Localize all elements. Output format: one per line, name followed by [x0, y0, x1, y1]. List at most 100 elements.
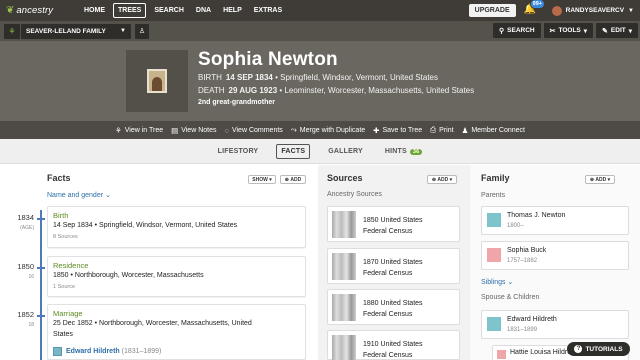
- tab-gallery[interactable]: GALLERY: [324, 145, 367, 158]
- help-icon: ?: [574, 345, 583, 353]
- view-in-tree-button[interactable]: ⚘ View in Tree: [115, 126, 163, 135]
- fact-card-marriage[interactable]: Marriage 25 Dec 1852 • Northborough, Wor…: [47, 304, 306, 360]
- nav-trees[interactable]: TREES: [113, 3, 147, 18]
- print-button[interactable]: ⎙ Print: [430, 125, 453, 135]
- add-label: ADD: [290, 176, 302, 183]
- name-and-gender-link[interactable]: Name and gender ⌄: [47, 191, 111, 199]
- account-area: UPGRADE 🔔 99+ RANDYSEAVERCV ▼: [468, 0, 640, 21]
- tree-search-button[interactable]: ⚲ SEARCH: [493, 23, 541, 38]
- tab-hints[interactable]: HINTS 36: [381, 145, 427, 158]
- nav-home[interactable]: HOME: [80, 4, 109, 17]
- add-source-button[interactable]: ⊕ ADD ▾: [427, 175, 457, 184]
- show-button[interactable]: SHOW ▾: [248, 175, 276, 184]
- leaf-icon: ❦: [6, 5, 15, 16]
- timeline-age: (AGE): [20, 225, 34, 231]
- add-label: ADD: [595, 176, 607, 183]
- spouse-name: Edward Hildreth: [66, 348, 120, 355]
- death-date: 29 AUG 1923: [228, 86, 278, 95]
- ancestry-logo[interactable]: ❦ ancestry: [6, 0, 70, 21]
- fact-sources[interactable]: 8 Sources: [53, 234, 78, 240]
- fact-type[interactable]: Birth: [53, 211, 68, 220]
- birth-date: 14 SEP 1834: [225, 73, 273, 82]
- death-line: DEATH 29 AUG 1923 • Leominster, Worcester…: [198, 86, 474, 95]
- parents-label: Parents: [481, 192, 506, 199]
- siblings-label: Siblings: [481, 279, 506, 286]
- tab-facts[interactable]: FACTS: [276, 143, 311, 159]
- view-notes-button[interactable]: ▤ View Notes: [171, 126, 216, 135]
- tree-selector[interactable]: SEAVER-LELAND FAMILY ▼: [21, 23, 131, 39]
- siblings-toggle[interactable]: Siblings ⌄: [481, 278, 513, 286]
- people-icon[interactable]: ♙: [135, 23, 149, 39]
- tab-lifestory[interactable]: LIFESTORY: [214, 145, 263, 158]
- source-title: 1910 United States Federal Census: [363, 339, 423, 360]
- person-icon: [53, 347, 62, 356]
- source-card[interactable]: 1880 United States Federal Census: [327, 289, 460, 325]
- fact-detail-continued: States: [53, 331, 73, 338]
- chevron-down-icon: ⌄: [105, 192, 111, 199]
- nav-extras[interactable]: EXTRAS: [250, 4, 286, 17]
- chevron-down-icon: ▾: [583, 27, 588, 35]
- avatar[interactable]: [551, 5, 562, 16]
- nav-search[interactable]: SEARCH: [150, 4, 188, 17]
- username-menu[interactable]: RANDYSEAVERCV: [566, 7, 624, 14]
- female-avatar-icon: [487, 248, 501, 262]
- view-in-tree-label: View in Tree: [124, 126, 164, 134]
- view-notes-label: View Notes: [181, 126, 217, 134]
- tree-name: SEAVER-LELAND FAMILY: [26, 27, 106, 35]
- census-image-thumbnail: [332, 294, 356, 321]
- source-line2: Federal Census: [363, 311, 413, 318]
- tree-search-label: SEARCH: [507, 27, 535, 34]
- source-title: 1850 United States Federal Census: [363, 215, 423, 237]
- source-card[interactable]: 1870 United States Federal Census: [327, 248, 460, 284]
- family-member-name: Thomas J. Newton: [507, 212, 566, 219]
- person-header: Sophia Newton BIRTH 14 SEP 1834 • Springf…: [0, 41, 640, 121]
- timeline-marker: [37, 267, 45, 269]
- view-comments-button[interactable]: ◌ View Comments: [224, 126, 282, 135]
- plus-icon: ⊕: [284, 176, 289, 183]
- tree-icon: ⚘: [114, 125, 122, 135]
- notifications-button[interactable]: 🔔 99+: [524, 0, 545, 18]
- tools-button[interactable]: ✂ TOOLS ▾: [543, 23, 594, 38]
- fact-detail: 25 Dec 1852 • Northborough, Worcester, M…: [53, 320, 252, 327]
- plus-icon: ✚: [373, 125, 380, 135]
- source-card[interactable]: 1850 United States Federal Census: [327, 206, 460, 242]
- print-label: Print: [439, 126, 454, 134]
- spouse-link[interactable]: Edward Hildreth (1831–1899): [53, 347, 161, 356]
- merge-label: Merge with Duplicate: [299, 126, 366, 134]
- edit-button[interactable]: ✎ EDIT ▾: [596, 23, 638, 38]
- family-member-card[interactable]: Sophia Buck 1757–1882: [481, 241, 629, 270]
- member-connect-button[interactable]: ♟ Member Connect: [462, 126, 525, 135]
- female-avatar-icon: [497, 350, 506, 359]
- profile-photo[interactable]: [126, 50, 188, 112]
- timeline-age: 16: [28, 274, 34, 280]
- chevron-down-icon[interactable]: ▼: [628, 8, 634, 14]
- comment-icon: ◌: [224, 125, 229, 135]
- save-to-tree-button[interactable]: ✚ Save to Tree: [373, 126, 422, 135]
- fact-card-birth[interactable]: Birth 14 Sep 1834 • Springfield, Windsor…: [47, 206, 306, 248]
- fact-type[interactable]: Residence: [53, 261, 88, 270]
- nav-dna[interactable]: DNA: [192, 4, 215, 17]
- member-connect-label: Member Connect: [471, 126, 526, 134]
- family-member-card[interactable]: Thomas J. Newton 1800–: [481, 206, 629, 235]
- family-member-card[interactable]: Edward Hildreth 1831–1899: [481, 310, 629, 339]
- death-label: DEATH: [198, 86, 225, 95]
- timeline-marker: [37, 315, 45, 317]
- nav-help[interactable]: HELP: [219, 4, 246, 17]
- timeline-year: 1834: [17, 213, 34, 222]
- source-line1: 1870 United States: [363, 259, 423, 266]
- merge-duplicate-button[interactable]: ⤳ Merge with Duplicate: [291, 125, 365, 135]
- fact-card-residence[interactable]: Residence 1850 • Northborough, Worcester…: [47, 256, 306, 297]
- add-family-button[interactable]: ⊕ ADD ▾: [585, 175, 615, 184]
- tutorials-button[interactable]: ? TUTORIALS: [567, 342, 630, 356]
- upgrade-button[interactable]: UPGRADE: [468, 4, 516, 17]
- source-line2: Federal Census: [363, 270, 413, 277]
- male-avatar-icon: [487, 213, 501, 227]
- source-card[interactable]: 1910 United States Federal Census: [327, 330, 460, 360]
- facts-title: Facts: [47, 173, 71, 183]
- tree-icon[interactable]: ⚘: [4, 23, 20, 39]
- source-title: 1870 United States Federal Census: [363, 257, 423, 279]
- fact-sources[interactable]: 1 Source: [53, 284, 75, 290]
- add-fact-button[interactable]: ⊕ ADD: [280, 175, 306, 184]
- chevron-down-icon: ▾: [628, 27, 632, 35]
- fact-type[interactable]: Marriage: [53, 309, 83, 318]
